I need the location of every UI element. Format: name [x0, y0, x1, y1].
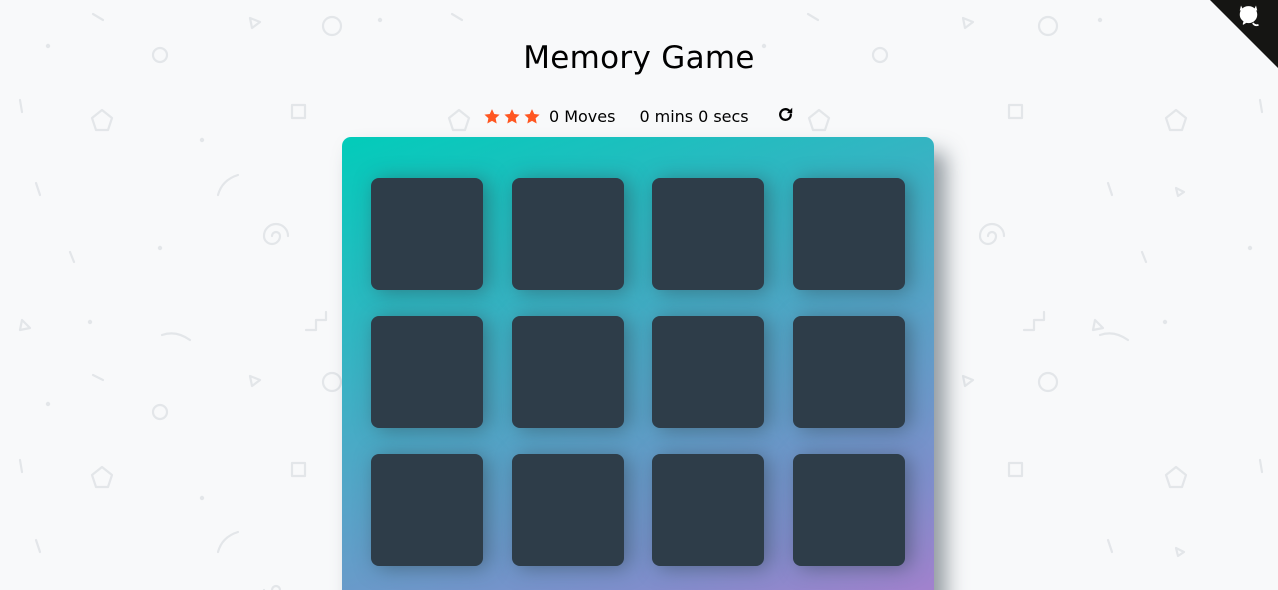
- card[interactable]: [652, 454, 764, 566]
- timer-minutes-label: mins: [654, 106, 694, 126]
- moves-label: Moves: [564, 106, 616, 126]
- star-icon: [504, 108, 520, 123]
- timer: 0 mins 0 secs: [639, 107, 748, 126]
- page-title: Memory Game: [523, 40, 755, 76]
- card[interactable]: [793, 454, 905, 566]
- moves-count: 0: [549, 106, 560, 126]
- card[interactable]: [793, 178, 905, 290]
- rotate-right-icon: [778, 107, 792, 121]
- card[interactable]: [512, 316, 624, 428]
- moves-counter: 0 Moves: [549, 107, 615, 126]
- card[interactable]: [793, 316, 905, 428]
- score-panel: 0 Moves 0 mins 0 secs: [483, 104, 749, 128]
- card[interactable]: [371, 454, 483, 566]
- card[interactable]: [652, 178, 764, 290]
- github-corner-link[interactable]: [1210, 0, 1278, 68]
- restart-button[interactable]: [775, 104, 795, 124]
- timer-seconds-label: secs: [713, 106, 749, 126]
- card[interactable]: [652, 316, 764, 428]
- card[interactable]: [512, 454, 624, 566]
- card[interactable]: [371, 178, 483, 290]
- star-icon: [484, 108, 500, 123]
- card[interactable]: [371, 316, 483, 428]
- card[interactable]: [512, 178, 624, 290]
- timer-seconds: 0: [698, 106, 709, 126]
- card-deck: [342, 137, 934, 590]
- timer-minutes: 0: [639, 106, 650, 126]
- star-rating: [483, 108, 541, 125]
- star-icon: [524, 108, 540, 123]
